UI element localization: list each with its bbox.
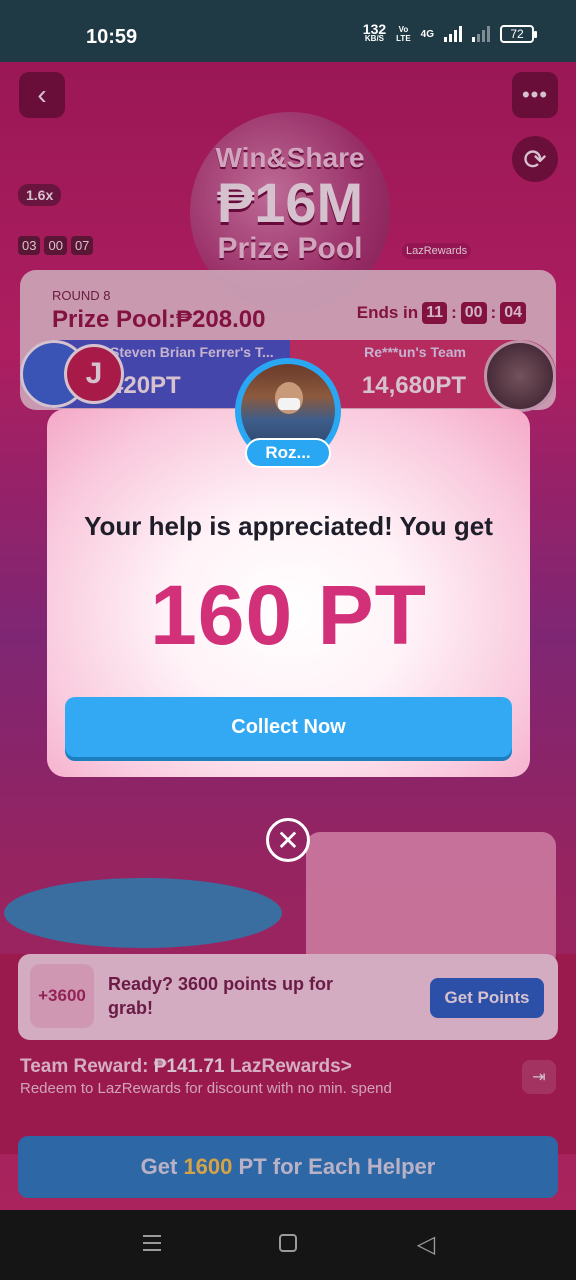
close-icon: ✕: [276, 824, 300, 856]
signal-icon-2: [472, 26, 490, 42]
system-nav-bar: ◁: [0, 1210, 576, 1280]
modal-points: 160 PT: [150, 568, 427, 662]
helper-name: Roz...: [245, 438, 331, 468]
network-type: 4G: [420, 28, 434, 40]
collect-now-button[interactable]: Collect Now: [65, 697, 512, 757]
clock: 10:59: [86, 26, 138, 48]
status-bar: 10:59 132 KB/S Vo LTE 4G 72: [0, 0, 576, 62]
close-modal-button[interactable]: ✕: [266, 818, 310, 862]
recent-apps-icon[interactable]: [132, 1230, 172, 1256]
volte-indicator: Vo LTE: [396, 25, 411, 43]
status-icons: 132 KB/S Vo LTE 4G 72: [362, 21, 537, 44]
modal-message: Your help is appreciated! You get: [84, 511, 493, 541]
back-triangle-icon[interactable]: ◁: [406, 1230, 446, 1259]
signal-icon: [444, 26, 462, 42]
battery-icon: 72: [500, 25, 537, 43]
network-speed: 132 KB/S: [362, 21, 387, 43]
home-icon[interactable]: [268, 1230, 308, 1256]
